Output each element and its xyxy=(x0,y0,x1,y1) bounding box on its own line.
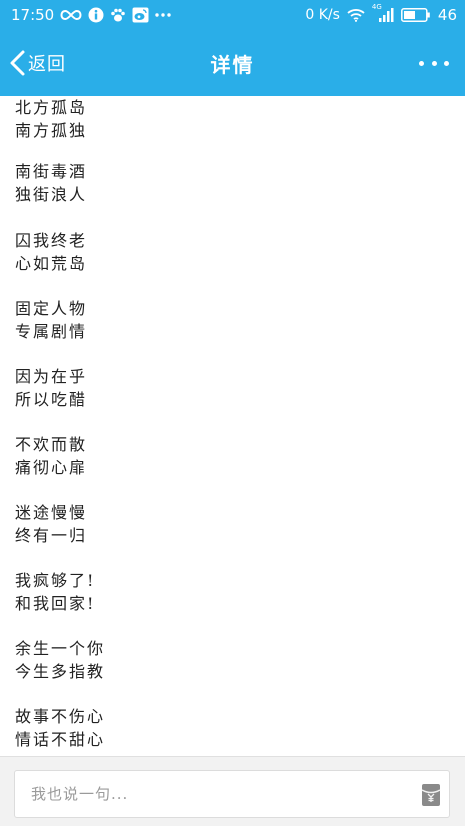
poem-line: 我疯够了! xyxy=(15,571,96,590)
red-packet-icon[interactable] xyxy=(421,783,441,807)
poem-line: 专属剧情 xyxy=(15,322,88,341)
stanza: 因为在乎 所以吃醋 xyxy=(15,365,87,411)
weibo-icon xyxy=(132,7,149,23)
back-label: 返回 xyxy=(28,54,66,75)
stanza: 囚我终老 心如荒岛 xyxy=(15,229,87,275)
poem-line: 不欢而散 xyxy=(15,435,88,454)
page-title: 详情 xyxy=(210,52,255,77)
info-icon xyxy=(88,7,104,23)
infinity-icon xyxy=(60,9,82,21)
poem-line: 独街浪人 xyxy=(15,185,88,204)
poem-line: 北方孤岛 xyxy=(15,98,88,117)
stanza: 我疯够了! 和我回家! xyxy=(15,569,95,615)
poem-line: 因为在乎 xyxy=(15,367,88,386)
battery-icon xyxy=(400,8,431,22)
stanza: 不欢而散 痛彻心扉 xyxy=(15,433,87,479)
poem-line: 迷途慢慢 xyxy=(15,503,88,522)
network-type: 4G xyxy=(371,3,382,11)
poem-line: 余生一个你 xyxy=(15,639,106,658)
comment-placeholder: 我也说一句... xyxy=(31,785,129,803)
app-bar: 返回 详情 xyxy=(0,30,465,96)
poem-line: 今生多指教 xyxy=(15,662,106,681)
poem-line: 南街毒酒 xyxy=(15,162,88,181)
overflow-menu-icon[interactable] xyxy=(419,52,449,74)
stanza: 北方孤岛 南方孤独 xyxy=(15,96,87,142)
dot xyxy=(444,60,449,66)
dot xyxy=(431,60,437,66)
status-bar: 17:50 0 K/s 4G 46 xyxy=(0,0,465,30)
status-bar-right: 0 K/s 4G 46 xyxy=(305,3,457,25)
poem-line: 和我回家! xyxy=(15,594,96,613)
stanza: 固定人物 专属剧情 xyxy=(15,297,87,343)
more-dots-icon xyxy=(155,13,171,17)
poem-line: 终有一归 xyxy=(15,526,88,545)
back-chevron-icon xyxy=(8,49,26,77)
back-button[interactable]: 返回 xyxy=(8,30,66,96)
stanza: 余生一个你 今生多指教 xyxy=(15,637,105,683)
network-speed: 0 K/s xyxy=(305,7,340,23)
comment-bar: 我也说一句... xyxy=(0,756,465,826)
signal-icon: 4G xyxy=(372,3,394,23)
battery-level: 46 xyxy=(437,6,457,24)
stanza: 故事不伤心 情话不甜心 xyxy=(15,705,105,751)
status-time: 17:50 xyxy=(11,6,55,24)
poem-line: 故事不伤心 xyxy=(15,707,106,726)
status-bar-left: 17:50 xyxy=(11,5,171,25)
poem-line: 所以吃醋 xyxy=(15,390,88,409)
wifi-icon xyxy=(347,8,365,22)
poem-content[interactable]: 北方孤岛 南方孤独 南街毒酒 独街浪人 囚我终老 心如荒岛 固定人物 专属剧情 … xyxy=(0,96,465,756)
paw-icon xyxy=(110,7,126,23)
poem-line: 痛彻心扉 xyxy=(15,458,88,477)
poem-line: 囚我终老 xyxy=(15,231,88,250)
stanza: 南街毒酒 独街浪人 xyxy=(15,160,87,206)
poem-line: 心如荒岛 xyxy=(15,254,88,273)
stanza: 迷途慢慢 终有一归 xyxy=(15,501,87,547)
comment-input[interactable]: 我也说一句... xyxy=(14,770,450,818)
poem-line: 情话不甜心 xyxy=(15,730,106,749)
poem-line: 南方孤独 xyxy=(15,121,88,140)
dot xyxy=(419,60,424,66)
poem-line: 固定人物 xyxy=(15,299,88,318)
